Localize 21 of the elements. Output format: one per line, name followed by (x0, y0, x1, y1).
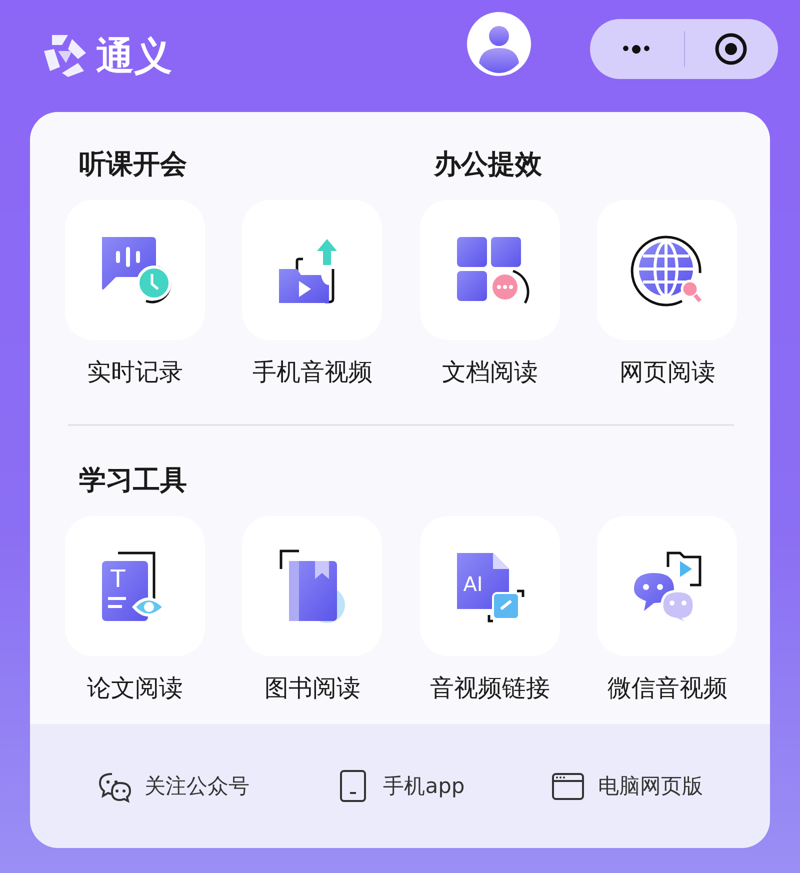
tool-label: 文档阅读 (442, 357, 538, 388)
tool-label: 论文阅读 (86, 673, 183, 704)
tool-label: 图书阅读 (264, 673, 360, 704)
tool-button[interactable]: AI (420, 516, 560, 656)
logo-text: 通义 (96, 32, 172, 80)
tool-label: 微信音视频 (607, 673, 728, 704)
footer-link[interactable]: 电脑网页版 (546, 764, 708, 808)
section-title: 听课开会 (79, 148, 188, 182)
section-title: 办公提效 (434, 148, 543, 182)
section-title: 学习工具 (79, 464, 188, 498)
tool-label: 实时记录 (86, 357, 183, 388)
tool-label: 网页阅读 (619, 357, 716, 388)
target-icon (713, 31, 750, 67)
footer-link[interactable]: 手机app (331, 764, 469, 808)
more-button[interactable]: •●• (590, 19, 684, 79)
tool-button[interactable]: T (64, 516, 205, 656)
tool-label: 音视频链接 (430, 673, 550, 704)
footer-link[interactable]: 关注公众号 (92, 764, 254, 808)
avatar-icon[interactable] (466, 11, 532, 77)
tool-label: 手机音视频 (252, 357, 372, 388)
tool-button[interactable] (597, 200, 738, 340)
